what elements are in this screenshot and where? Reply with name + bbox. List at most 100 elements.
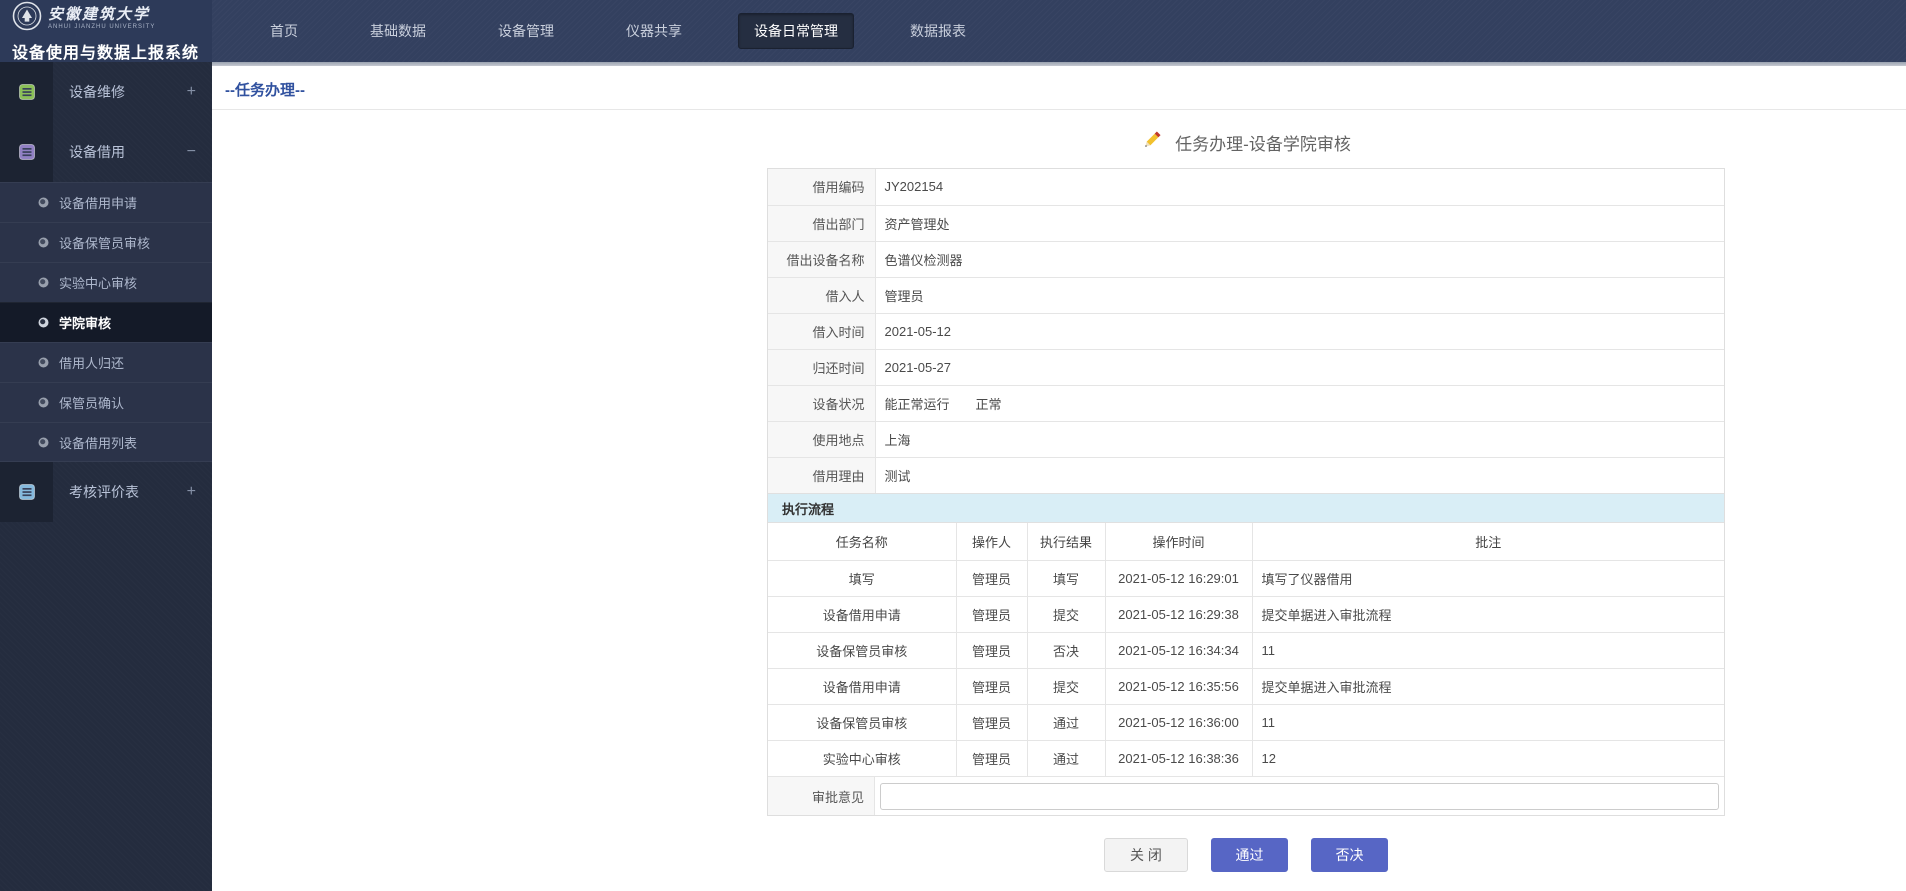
sidebar-item-label: 借用人归还 <box>59 353 124 372</box>
note-cell: 提交单据进入审批流程 <box>1252 596 1724 632</box>
note-cell: 12 <box>1252 740 1724 776</box>
sidebar-item-borrow-apply[interactable]: 设备借用申请 <box>0 182 212 222</box>
field-label: 使用地点 <box>768 421 875 457</box>
nav-item-home[interactable]: 首页 <box>254 13 314 49</box>
process-row: 设备借用申请 管理员 提交 2021-05-12 16:29:38 提交单据进入… <box>768 596 1724 632</box>
note-cell: 提交单据进入审批流程 <box>1252 668 1724 704</box>
approve-button[interactable]: 通过 <box>1211 838 1288 872</box>
time-cell: 2021-05-12 16:29:38 <box>1105 596 1252 632</box>
field-value: 2021-05-27 <box>875 349 1724 385</box>
university-seal-icon <box>12 1 42 36</box>
nav-item-equipment-management[interactable]: 设备管理 <box>482 13 570 49</box>
form-title-row: 任务办理-设备学院审核 <box>767 130 1725 154</box>
process-section-header: 执行流程 <box>768 493 1724 523</box>
operator-cell: 管理员 <box>956 632 1027 668</box>
field-value: 上海 <box>875 421 1724 457</box>
note-cell: 11 <box>1252 632 1724 668</box>
sidebar-item-college-review[interactable]: 学院审核 <box>0 302 212 342</box>
column-header: 批注 <box>1252 523 1724 560</box>
process-row: 设备保管员审核 管理员 否决 2021-05-12 16:34:34 11 <box>768 632 1724 668</box>
field-value: 色谱仪检测器 <box>875 241 1724 277</box>
top-header: 安徽建筑大学 ANHUI JIANZHU UNIVERSITY 设备使用与数据上… <box>0 0 1906 62</box>
task-name-cell: 设备保管员审核 <box>768 704 956 740</box>
field-label: 借入时间 <box>768 313 875 349</box>
result-cell: 填写 <box>1027 560 1105 596</box>
sidebar-section-assessment[interactable]: 考核评价表 + <box>0 462 212 522</box>
operator-cell: 管理员 <box>956 704 1027 740</box>
field-label: 归还时间 <box>768 349 875 385</box>
form-row: 借出部门资产管理处 <box>768 205 1724 241</box>
sidebar-section-label: 设备借用 <box>53 142 187 162</box>
nav-item-daily-management[interactable]: 设备日常管理 <box>738 13 854 49</box>
field-value: 资产管理处 <box>875 205 1724 241</box>
operator-cell: 管理员 <box>956 596 1027 632</box>
form-row: 借用理由测试 <box>768 457 1724 493</box>
time-cell: 2021-05-12 16:35:56 <box>1105 668 1252 704</box>
note-cell: 11 <box>1252 704 1724 740</box>
form-row: 借用编码JY202154 <box>768 169 1724 205</box>
top-nav: 首页 基础数据 设备管理 仪器共享 设备日常管理 数据报表 <box>254 0 982 62</box>
sidebar-item-label: 设备借用列表 <box>59 433 137 452</box>
sidebar-item-borrower-return[interactable]: 借用人归还 <box>0 342 212 382</box>
nav-item-basic-data[interactable]: 基础数据 <box>354 13 442 49</box>
collapse-minus-icon[interactable]: − <box>187 143 212 161</box>
operator-cell: 管理员 <box>956 668 1027 704</box>
close-button[interactable]: 关 闭 <box>1104 838 1188 872</box>
pencil-icon <box>1141 129 1163 156</box>
form-row: 借入时间2021-05-12 <box>768 313 1724 349</box>
app-root: 安徽建筑大学 ANHUI JIANZHU UNIVERSITY 设备使用与数据上… <box>0 0 1906 891</box>
approval-opinion-input[interactable] <box>880 783 1719 810</box>
sidebar-item-label: 学院审核 <box>59 313 111 332</box>
sidebar-submenu: 设备借用申请 设备保管员审核 实验中心审核 学院审核 借用人归还 <box>0 182 212 462</box>
task-name-cell: 设备借用申请 <box>768 668 956 704</box>
sidebar-item-custodian-review[interactable]: 设备保管员审核 <box>0 222 212 262</box>
field-label: 借出设备名称 <box>768 241 875 277</box>
process-row: 实验中心审核 管理员 通过 2021-05-12 16:38:36 12 <box>768 740 1724 776</box>
task-name-cell: 实验中心审核 <box>768 740 956 776</box>
task-name-cell: 设备借用申请 <box>768 596 956 632</box>
expand-plus-icon[interactable]: + <box>187 83 212 101</box>
sidebar-item-label: 实验中心审核 <box>59 273 137 292</box>
sidebar-item-borrow-list[interactable]: 设备借用列表 <box>0 422 212 462</box>
reject-button[interactable]: 否决 <box>1311 838 1388 872</box>
field-label: 借出部门 <box>768 205 875 241</box>
bullet-icon <box>38 197 49 208</box>
nav-item-instrument-sharing[interactable]: 仪器共享 <box>610 13 698 49</box>
nav-item-data-reports[interactable]: 数据报表 <box>894 13 982 49</box>
time-cell: 2021-05-12 16:29:01 <box>1105 560 1252 596</box>
form-row: 借出设备名称色谱仪检测器 <box>768 241 1724 277</box>
process-table: 任务名称 操作人 执行结果 操作时间 批注 填写 管理员 填写 <box>768 523 1724 776</box>
column-header: 任务名称 <box>768 523 956 560</box>
result-cell: 通过 <box>1027 704 1105 740</box>
process-row: 填写 管理员 填写 2021-05-12 16:29:01 填写了仪器借用 <box>768 560 1724 596</box>
sidebar-section-equipment-repair[interactable]: 设备维修 + <box>0 62 212 122</box>
bullet-icon <box>38 317 49 328</box>
approval-opinion-row: 审批意见 <box>768 776 1724 815</box>
bullet-icon <box>38 437 49 448</box>
list-icon <box>0 62 53 122</box>
university-name-en: ANHUI JIANZHU UNIVERSITY <box>48 23 155 31</box>
field-label: 借用理由 <box>768 457 875 493</box>
form-row: 借入人管理员 <box>768 277 1724 313</box>
borrow-info-table: 借用编码JY202154 借出部门资产管理处 借出设备名称色谱仪检测器 借入人管… <box>768 169 1724 493</box>
time-cell: 2021-05-12 16:38:36 <box>1105 740 1252 776</box>
task-form: 任务办理-设备学院审核 借用编码JY202154 借出部门资产管理处 借出设备名… <box>767 110 1725 872</box>
column-header: 执行结果 <box>1027 523 1105 560</box>
operator-cell: 管理员 <box>956 560 1027 596</box>
sidebar-section-equipment-borrow[interactable]: 设备借用 − <box>0 122 212 182</box>
bullet-icon <box>38 397 49 408</box>
field-label: 借入人 <box>768 277 875 313</box>
system-title: 设备使用与数据上报系统 <box>12 39 202 63</box>
sidebar-item-lab-center-review[interactable]: 实验中心审核 <box>0 262 212 302</box>
expand-plus-icon[interactable]: + <box>187 483 212 501</box>
list-icon <box>0 122 53 182</box>
brand-block: 安徽建筑大学 ANHUI JIANZHU UNIVERSITY 设备使用与数据上… <box>0 0 212 62</box>
sidebar-item-custodian-confirm[interactable]: 保管员确认 <box>0 382 212 422</box>
result-cell: 否决 <box>1027 632 1105 668</box>
form-row: 设备状况能正常运行 正常 <box>768 385 1724 421</box>
breadcrumb: --任务办理-- <box>212 66 1906 110</box>
sidebar-section-label: 考核评价表 <box>53 482 187 502</box>
form-row: 归还时间2021-05-27 <box>768 349 1724 385</box>
university-names: 安徽建筑大学 ANHUI JIANZHU UNIVERSITY <box>48 7 155 31</box>
sidebar: 设备维修 + 设备借用 − 设备借用申请 <box>0 62 212 891</box>
